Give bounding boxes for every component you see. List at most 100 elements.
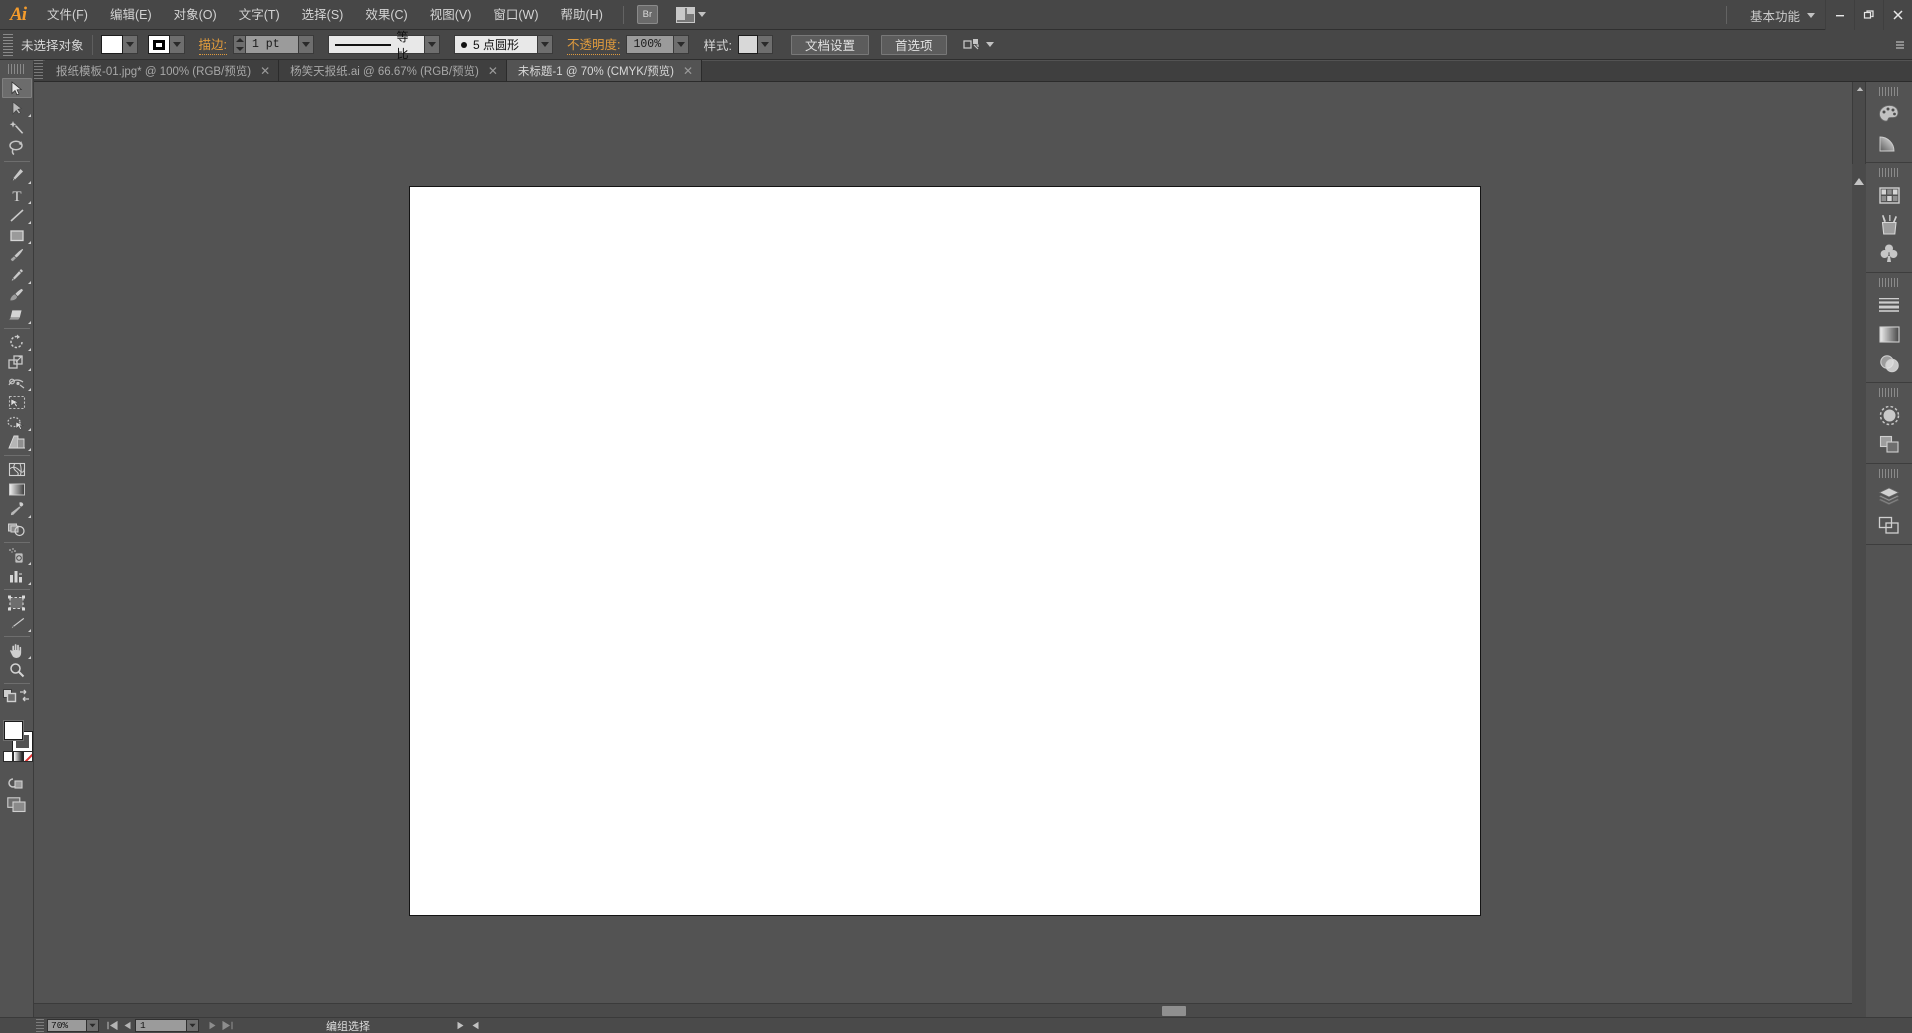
bridge-launch-icon[interactable]: Br (636, 5, 658, 24)
lasso-tool[interactable] (2, 138, 32, 158)
tools-panel-grip[interactable] (7, 64, 26, 74)
chevron-down-icon[interactable] (985, 42, 994, 47)
stroke-swatch[interactable] (147, 35, 170, 54)
type-tool[interactable]: T (2, 185, 32, 205)
blob-brush-tool[interactable] (2, 285, 32, 305)
opacity-label[interactable]: 不透明度: (567, 34, 621, 55)
graphic-style-control[interactable] (737, 35, 773, 54)
menu-file[interactable]: 文件(F) (36, 0, 99, 30)
selection-tool[interactable] (1, 78, 32, 98)
dock-group-grip[interactable] (1879, 388, 1899, 397)
preferences-button[interactable]: 首选项 (880, 34, 947, 55)
appearance-panel-icon[interactable] (1870, 401, 1909, 429)
drawing-modes[interactable] (0, 775, 34, 790)
horizontal-scrollbar[interactable] (34, 1003, 1895, 1017)
color-button[interactable] (3, 751, 13, 762)
swap-fill-stroke-button[interactable] (18, 689, 31, 707)
dock-group-grip[interactable] (1879, 469, 1899, 478)
symbols-panel-icon[interactable] (1870, 239, 1909, 267)
color-panel-icon[interactable] (1870, 100, 1909, 128)
stroke-weight-input[interactable]: 1 pt (245, 35, 299, 54)
eyedropper-tool[interactable] (2, 499, 32, 519)
menu-window[interactable]: 窗口(W) (482, 0, 549, 30)
brush-definition-control[interactable]: 5 点圆形 (454, 35, 553, 54)
document-tab-2-close-icon[interactable]: ✕ (488, 65, 498, 77)
shape-builder-tool[interactable] (2, 412, 32, 432)
mesh-tool[interactable] (2, 459, 32, 479)
width-tool[interactable] (2, 372, 32, 392)
artboard[interactable] (409, 186, 1481, 916)
align-to-control[interactable] (962, 38, 994, 52)
dock-group-grip[interactable] (1879, 168, 1899, 177)
gradient-panel-icon[interactable] (1870, 320, 1909, 348)
stroke-weight-dropdown-button[interactable] (299, 35, 314, 54)
menu-edit[interactable]: 编辑(E) (99, 0, 163, 30)
transparency-panel-icon[interactable] (1870, 349, 1909, 377)
free-transform-tool[interactable] (2, 392, 32, 412)
fill-swatch[interactable] (100, 35, 123, 54)
menu-effect[interactable]: 效果(C) (354, 0, 418, 30)
none-button[interactable] (23, 751, 33, 762)
slice-tool[interactable] (2, 613, 32, 633)
screen-mode-button[interactable] (0, 797, 34, 813)
workspace-chevron-down-icon[interactable] (1807, 12, 1815, 18)
fill-dropdown-button[interactable] (122, 35, 138, 54)
width-profile-dropdown-button[interactable] (425, 35, 440, 54)
brush-definition-dropdown-button[interactable] (538, 35, 553, 54)
stroke-panel-icon[interactable] (1870, 291, 1909, 319)
column-graph-tool[interactable] (2, 566, 32, 586)
dock-group-grip[interactable] (1879, 278, 1899, 287)
pencil-tool[interactable] (2, 265, 32, 285)
default-fill-stroke-button[interactable] (3, 689, 17, 708)
arrange-documents-button[interactable] (675, 6, 706, 23)
document-tab-3-close-icon[interactable]: ✕ (683, 65, 693, 77)
artboard-tool[interactable] (2, 593, 32, 613)
gradient-button[interactable] (13, 751, 23, 762)
direct-selection-tool[interactable] (2, 98, 32, 118)
stepper-up-icon[interactable] (235, 38, 244, 42)
stroke-color-control[interactable] (147, 35, 185, 54)
perspective-grid-tool[interactable] (2, 432, 32, 452)
layers-panel-icon[interactable] (1870, 482, 1909, 510)
artboard-number-input[interactable]: 1 (135, 1019, 187, 1032)
minimize-button[interactable] (1825, 0, 1854, 30)
swatches-panel-icon[interactable] (1870, 181, 1909, 209)
scale-tool[interactable] (2, 352, 32, 372)
symbol-sprayer-tool[interactable] (2, 546, 32, 566)
blend-tool[interactable] (2, 519, 32, 539)
zoom-level-input[interactable]: 70% (47, 1019, 87, 1032)
menu-type[interactable]: 文字(T) (228, 0, 291, 30)
gradient-tool[interactable] (2, 479, 32, 499)
brushes-panel-icon[interactable] (1870, 210, 1909, 238)
variable-width-profile-control[interactable]: 等比 (328, 30, 440, 61)
status-bar-grip[interactable] (36, 1018, 44, 1033)
last-artboard-button[interactable] (220, 1019, 235, 1032)
opacity-input[interactable]: 100% (626, 35, 675, 54)
fill-color-control[interactable] (100, 35, 138, 54)
artboard-number-dropdown-button[interactable] (187, 1019, 199, 1032)
first-artboard-button[interactable] (105, 1019, 120, 1032)
menu-object[interactable]: 对象(O) (163, 0, 228, 30)
status-indicator[interactable]: 编组选择 (243, 1018, 453, 1033)
brush-definition-combo[interactable]: 5 点圆形 (454, 35, 538, 54)
artboards-panel-icon[interactable] (1870, 511, 1909, 539)
dock-collapse-tab[interactable] (1852, 164, 1866, 1033)
document-tab-1[interactable]: 报纸模板-01.jpg* @ 100% (RGB/预览) ✕ (45, 60, 280, 81)
document-tab-1-close-icon[interactable]: ✕ (260, 65, 270, 77)
zoom-level-dropdown-button[interactable] (87, 1019, 99, 1032)
line-segment-tool[interactable] (2, 205, 32, 225)
menu-view[interactable]: 视图(V) (419, 0, 483, 30)
color-guide-panel-icon[interactable] (1870, 129, 1909, 157)
horizontal-scroll-thumb[interactable] (1162, 1006, 1186, 1016)
eraser-tool[interactable] (2, 305, 32, 325)
document-setup-button[interactable]: 文档设置 (790, 34, 869, 55)
control-bar-overflow[interactable] (1894, 30, 1906, 60)
graphic-style-swatch[interactable] (737, 35, 758, 54)
close-button[interactable] (1883, 0, 1912, 30)
dock-group-grip[interactable] (1879, 87, 1899, 96)
menu-help[interactable]: 帮助(H) (550, 0, 614, 30)
menu-select[interactable]: 选择(S) (291, 0, 355, 30)
pen-tool[interactable] (2, 165, 32, 185)
next-artboard-button[interactable] (205, 1019, 220, 1032)
paintbrush-tool[interactable] (2, 245, 32, 265)
